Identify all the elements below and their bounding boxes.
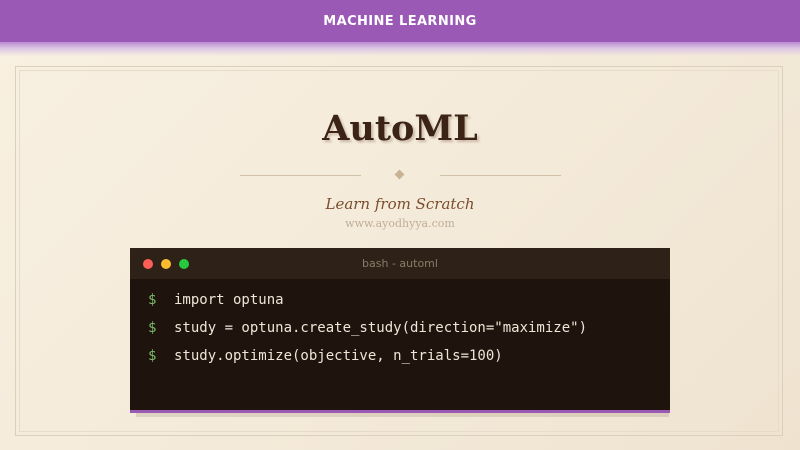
slide-subtitle: Learn from Scratch [325, 195, 475, 213]
banner-shadow [0, 42, 800, 56]
top-banner: MACHINE LEARNING [0, 0, 800, 42]
terminal-title: bash - automl [362, 257, 438, 270]
code-text: import optuna [174, 292, 284, 308]
code-line: $ study.optimize(objective, n_trials=100) [148, 345, 503, 367]
code-text: study.optimize(objective, n_trials=100) [174, 348, 503, 364]
prompt-symbol: $ [148, 320, 157, 336]
prompt-symbol: $ [148, 348, 157, 364]
code-line: $ import optuna [148, 289, 284, 311]
terminal-title-bar: bash - automl [130, 248, 670, 279]
divider-line-left [240, 175, 361, 176]
website-label: www.ayodhyya.com [345, 217, 455, 230]
code-line: $ study = optuna.create_study(direction="… [148, 317, 587, 339]
prompt-symbol: $ [148, 292, 157, 308]
divider-line-right [440, 175, 561, 176]
code-text: study = optuna.create_study(direction="m… [174, 320, 588, 336]
category-label: MACHINE LEARNING [323, 13, 477, 29]
terminal-window: bash - automl $ import optuna $ study = op… [130, 248, 670, 413]
slide-title: AutoML [322, 108, 478, 149]
